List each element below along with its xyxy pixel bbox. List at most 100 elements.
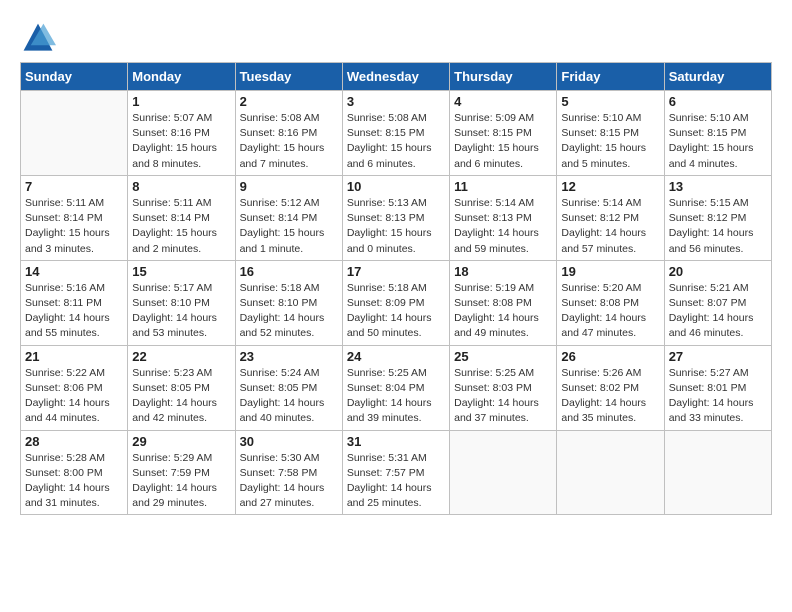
day-number: 8 [132,179,230,194]
calendar-week-row: 1 Sunrise: 5:07 AM Sunset: 8:16 PM Daylig… [21,91,772,176]
day-number: 5 [561,94,659,109]
logo-icon [20,20,56,56]
calendar-cell: 28 Sunrise: 5:28 AM Sunset: 8:00 PM Dayli… [21,430,128,515]
calendar-cell [21,91,128,176]
day-header: Thursday [450,63,557,91]
day-number: 4 [454,94,552,109]
day-info: Sunrise: 5:25 AM Sunset: 8:03 PM Dayligh… [454,366,552,427]
calendar-cell: 30 Sunrise: 5:30 AM Sunset: 7:58 PM Dayli… [235,430,342,515]
calendar-cell: 11Sunrise: 5:14 AM Sunset: 8:13 PM Dayli… [450,175,557,260]
day-info: Sunrise: 5:08 AM Sunset: 8:16 PM Dayligh… [240,111,338,172]
page-header [20,20,772,56]
day-info: Sunrise: 5:14 AM Sunset: 8:12 PM Dayligh… [561,196,659,257]
day-info: Sunrise: 5:15 AM Sunset: 8:12 PM Dayligh… [669,196,767,257]
calendar-cell: 6 Sunrise: 5:10 AM Sunset: 8:15 PM Daylig… [664,91,771,176]
calendar-cell: 9 Sunrise: 5:12 AM Sunset: 8:14 PM Daylig… [235,175,342,260]
day-info: Sunrise: 5:29 AM Sunset: 7:59 PM Dayligh… [132,451,230,512]
day-info: Sunrise: 5:31 AM Sunset: 7:57 PM Dayligh… [347,451,445,512]
day-number: 24 [347,349,445,364]
calendar-cell: 12 Sunrise: 5:14 AM Sunset: 8:12 PM Dayli… [557,175,664,260]
calendar-cell: 22 Sunrise: 5:23 AM Sunset: 8:05 PM Dayli… [128,345,235,430]
calendar-week-row: 28 Sunrise: 5:28 AM Sunset: 8:00 PM Dayli… [21,430,772,515]
day-number: 9 [240,179,338,194]
calendar-cell: 15 Sunrise: 5:17 AM Sunset: 8:10 PM Dayli… [128,260,235,345]
calendar-cell: 7 Sunrise: 5:11 AM Sunset: 8:14 PM Daylig… [21,175,128,260]
day-info: Sunrise: 5:11 AM Sunset: 8:14 PM Dayligh… [25,196,123,257]
calendar-cell: 25Sunrise: 5:25 AM Sunset: 8:03 PM Dayli… [450,345,557,430]
day-number: 16 [240,264,338,279]
calendar-cell: 24 Sunrise: 5:25 AM Sunset: 8:04 PM Dayli… [342,345,449,430]
day-header: Friday [557,63,664,91]
day-number: 22 [132,349,230,364]
day-info: Sunrise: 5:21 AM Sunset: 8:07 PM Dayligh… [669,281,767,342]
calendar-week-row: 7 Sunrise: 5:11 AM Sunset: 8:14 PM Daylig… [21,175,772,260]
calendar-cell: 21 Sunrise: 5:22 AM Sunset: 8:06 PM Dayli… [21,345,128,430]
day-info: Sunrise: 5:25 AM Sunset: 8:04 PM Dayligh… [347,366,445,427]
day-number: 13 [669,179,767,194]
day-info: Sunrise: 5:12 AM Sunset: 8:14 PM Dayligh… [240,196,338,257]
day-number: 14 [25,264,123,279]
calendar-cell [664,430,771,515]
day-info: Sunrise: 5:24 AM Sunset: 8:05 PM Dayligh… [240,366,338,427]
calendar-cell: 8 Sunrise: 5:11 AM Sunset: 8:14 PM Daylig… [128,175,235,260]
day-number: 2 [240,94,338,109]
calendar-cell [450,430,557,515]
calendar-header: SundayMondayTuesdayWednesdayThursdayFrid… [21,63,772,91]
calendar-cell: 3 Sunrise: 5:08 AM Sunset: 8:15 PM Daylig… [342,91,449,176]
day-info: Sunrise: 5:26 AM Sunset: 8:02 PM Dayligh… [561,366,659,427]
day-number: 31 [347,434,445,449]
day-header: Sunday [21,63,128,91]
calendar-cell: 4 Sunrise: 5:09 AM Sunset: 8:15 PM Daylig… [450,91,557,176]
calendar-cell: 1 Sunrise: 5:07 AM Sunset: 8:16 PM Daylig… [128,91,235,176]
calendar-cell: 20 Sunrise: 5:21 AM Sunset: 8:07 PM Dayli… [664,260,771,345]
calendar-cell: 27Sunrise: 5:27 AM Sunset: 8:01 PM Dayli… [664,345,771,430]
day-header: Wednesday [342,63,449,91]
day-number: 18 [454,264,552,279]
day-number: 20 [669,264,767,279]
day-info: Sunrise: 5:16 AM Sunset: 8:11 PM Dayligh… [25,281,123,342]
day-header: Saturday [664,63,771,91]
day-number: 17 [347,264,445,279]
calendar-cell: 5Sunrise: 5:10 AM Sunset: 8:15 PM Daylig… [557,91,664,176]
calendar-body: 1 Sunrise: 5:07 AM Sunset: 8:16 PM Daylig… [21,91,772,515]
day-number: 19 [561,264,659,279]
day-number: 12 [561,179,659,194]
day-number: 21 [25,349,123,364]
calendar-table: SundayMondayTuesdayWednesdayThursdayFrid… [20,62,772,515]
day-info: Sunrise: 5:22 AM Sunset: 8:06 PM Dayligh… [25,366,123,427]
header-row: SundayMondayTuesdayWednesdayThursdayFrid… [21,63,772,91]
day-info: Sunrise: 5:08 AM Sunset: 8:15 PM Dayligh… [347,111,445,172]
day-info: Sunrise: 5:30 AM Sunset: 7:58 PM Dayligh… [240,451,338,512]
day-info: Sunrise: 5:28 AM Sunset: 8:00 PM Dayligh… [25,451,123,512]
calendar-week-row: 21 Sunrise: 5:22 AM Sunset: 8:06 PM Dayli… [21,345,772,430]
calendar-cell: 19Sunrise: 5:20 AM Sunset: 8:08 PM Dayli… [557,260,664,345]
day-info: Sunrise: 5:07 AM Sunset: 8:16 PM Dayligh… [132,111,230,172]
day-info: Sunrise: 5:10 AM Sunset: 8:15 PM Dayligh… [669,111,767,172]
day-number: 23 [240,349,338,364]
calendar-cell: 31 Sunrise: 5:31 AM Sunset: 7:57 PM Dayli… [342,430,449,515]
calendar-cell: 23 Sunrise: 5:24 AM Sunset: 8:05 PM Dayli… [235,345,342,430]
day-number: 15 [132,264,230,279]
calendar-cell: 16Sunrise: 5:18 AM Sunset: 8:10 PM Dayli… [235,260,342,345]
day-info: Sunrise: 5:09 AM Sunset: 8:15 PM Dayligh… [454,111,552,172]
day-header: Tuesday [235,63,342,91]
day-info: Sunrise: 5:23 AM Sunset: 8:05 PM Dayligh… [132,366,230,427]
calendar-cell: 14 Sunrise: 5:16 AM Sunset: 8:11 PM Dayli… [21,260,128,345]
day-info: Sunrise: 5:19 AM Sunset: 8:08 PM Dayligh… [454,281,552,342]
day-number: 30 [240,434,338,449]
day-number: 27 [669,349,767,364]
day-number: 26 [561,349,659,364]
day-number: 1 [132,94,230,109]
day-number: 7 [25,179,123,194]
day-info: Sunrise: 5:17 AM Sunset: 8:10 PM Dayligh… [132,281,230,342]
day-info: Sunrise: 5:11 AM Sunset: 8:14 PM Dayligh… [132,196,230,257]
day-number: 6 [669,94,767,109]
day-number: 28 [25,434,123,449]
day-number: 10 [347,179,445,194]
day-header: Monday [128,63,235,91]
calendar-cell: 13 Sunrise: 5:15 AM Sunset: 8:12 PM Dayli… [664,175,771,260]
day-number: 3 [347,94,445,109]
calendar-cell: 17Sunrise: 5:18 AM Sunset: 8:09 PM Dayli… [342,260,449,345]
calendar-cell: 26 Sunrise: 5:26 AM Sunset: 8:02 PM Dayli… [557,345,664,430]
calendar-week-row: 14 Sunrise: 5:16 AM Sunset: 8:11 PM Dayli… [21,260,772,345]
